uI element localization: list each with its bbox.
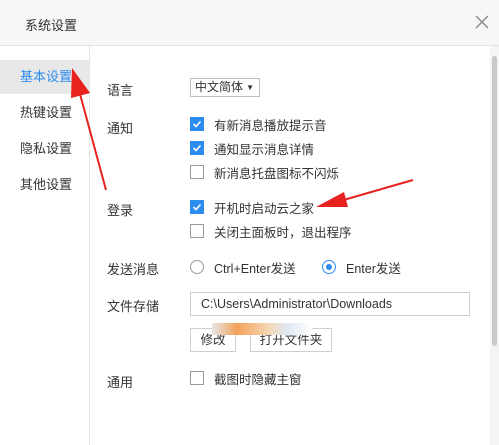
vertical-scrollbar[interactable] — [490, 46, 499, 445]
settings-panel: 语言 中文简体 ▼ 通知 有新消息播放提示音 通知显示消息详情 新消息托盘图标不… — [90, 46, 490, 445]
close-icon[interactable] — [470, 10, 494, 34]
login-label: 登录 — [107, 203, 134, 218]
send-enter-option[interactable]: Enter发送 — [322, 259, 401, 276]
dropdown-arrow-icon: ▼ — [246, 83, 254, 92]
hide-on-screenshot-option[interactable]: 截图时隐藏主窗 — [190, 370, 302, 387]
exit-on-close-option[interactable]: 关闭主面板时，退出程序 — [190, 223, 352, 240]
tray-blink-text: 新消息托盘图标不闪烁 — [214, 166, 340, 181]
scrollbar-thumb[interactable] — [492, 56, 497, 346]
blurred-region — [212, 323, 312, 335]
language-value: 中文简体 — [195, 80, 244, 94]
storage-path-field[interactable]: C:\Users\Administrator\Downloads — [190, 292, 470, 316]
autostart-text: 开机时启动云之家 — [214, 201, 315, 216]
notify-label: 通知 — [107, 121, 134, 136]
exit-on-close-checkbox[interactable] — [190, 224, 204, 238]
settings-sidebar: 基本设置 热键设置 隐私设置 其他设置 — [0, 46, 90, 445]
window-title: 系统设置 — [25, 18, 78, 33]
send-label: 发送消息 — [107, 262, 160, 277]
storage-label: 文件存储 — [107, 299, 160, 314]
send-enter-radio[interactable] — [322, 260, 336, 274]
sidebar-item-hotkeys[interactable]: 热键设置 — [0, 96, 89, 130]
language-label: 语言 — [107, 83, 134, 98]
autostart-checkbox[interactable] — [190, 200, 204, 214]
tray-blink-checkbox[interactable] — [190, 165, 204, 179]
general-label: 通用 — [107, 375, 134, 390]
notify-sound-option[interactable]: 有新消息播放提示音 — [190, 116, 327, 133]
notify-detail-checkbox[interactable] — [190, 141, 204, 155]
send-enter-text: Enter发送 — [346, 261, 401, 276]
send-ctrl-enter-option[interactable]: Ctrl+Enter发送 — [190, 259, 296, 276]
language-select[interactable]: 中文简体 ▼ — [190, 78, 260, 97]
notify-detail-option[interactable]: 通知显示消息详情 — [190, 140, 315, 157]
autostart-option[interactable]: 开机时启动云之家 — [190, 199, 315, 216]
exit-on-close-text: 关闭主面板时，退出程序 — [214, 225, 352, 240]
sidebar-item-privacy[interactable]: 隐私设置 — [0, 132, 89, 166]
tray-blink-option[interactable]: 新消息托盘图标不闪烁 — [190, 164, 340, 181]
send-ctrl-enter-text: Ctrl+Enter发送 — [214, 261, 296, 276]
sidebar-item-basic[interactable]: 基本设置 — [0, 60, 89, 94]
hide-on-screenshot-text: 截图时隐藏主窗 — [214, 372, 302, 387]
send-ctrl-enter-radio[interactable] — [190, 260, 204, 274]
notify-sound-checkbox[interactable] — [190, 117, 204, 131]
hide-on-screenshot-checkbox[interactable] — [190, 371, 204, 385]
sidebar-item-other[interactable]: 其他设置 — [0, 168, 89, 202]
title-bar: 系统设置 — [0, 0, 499, 46]
notify-sound-text: 有新消息播放提示音 — [214, 118, 327, 133]
notify-detail-text: 通知显示消息详情 — [214, 142, 315, 157]
